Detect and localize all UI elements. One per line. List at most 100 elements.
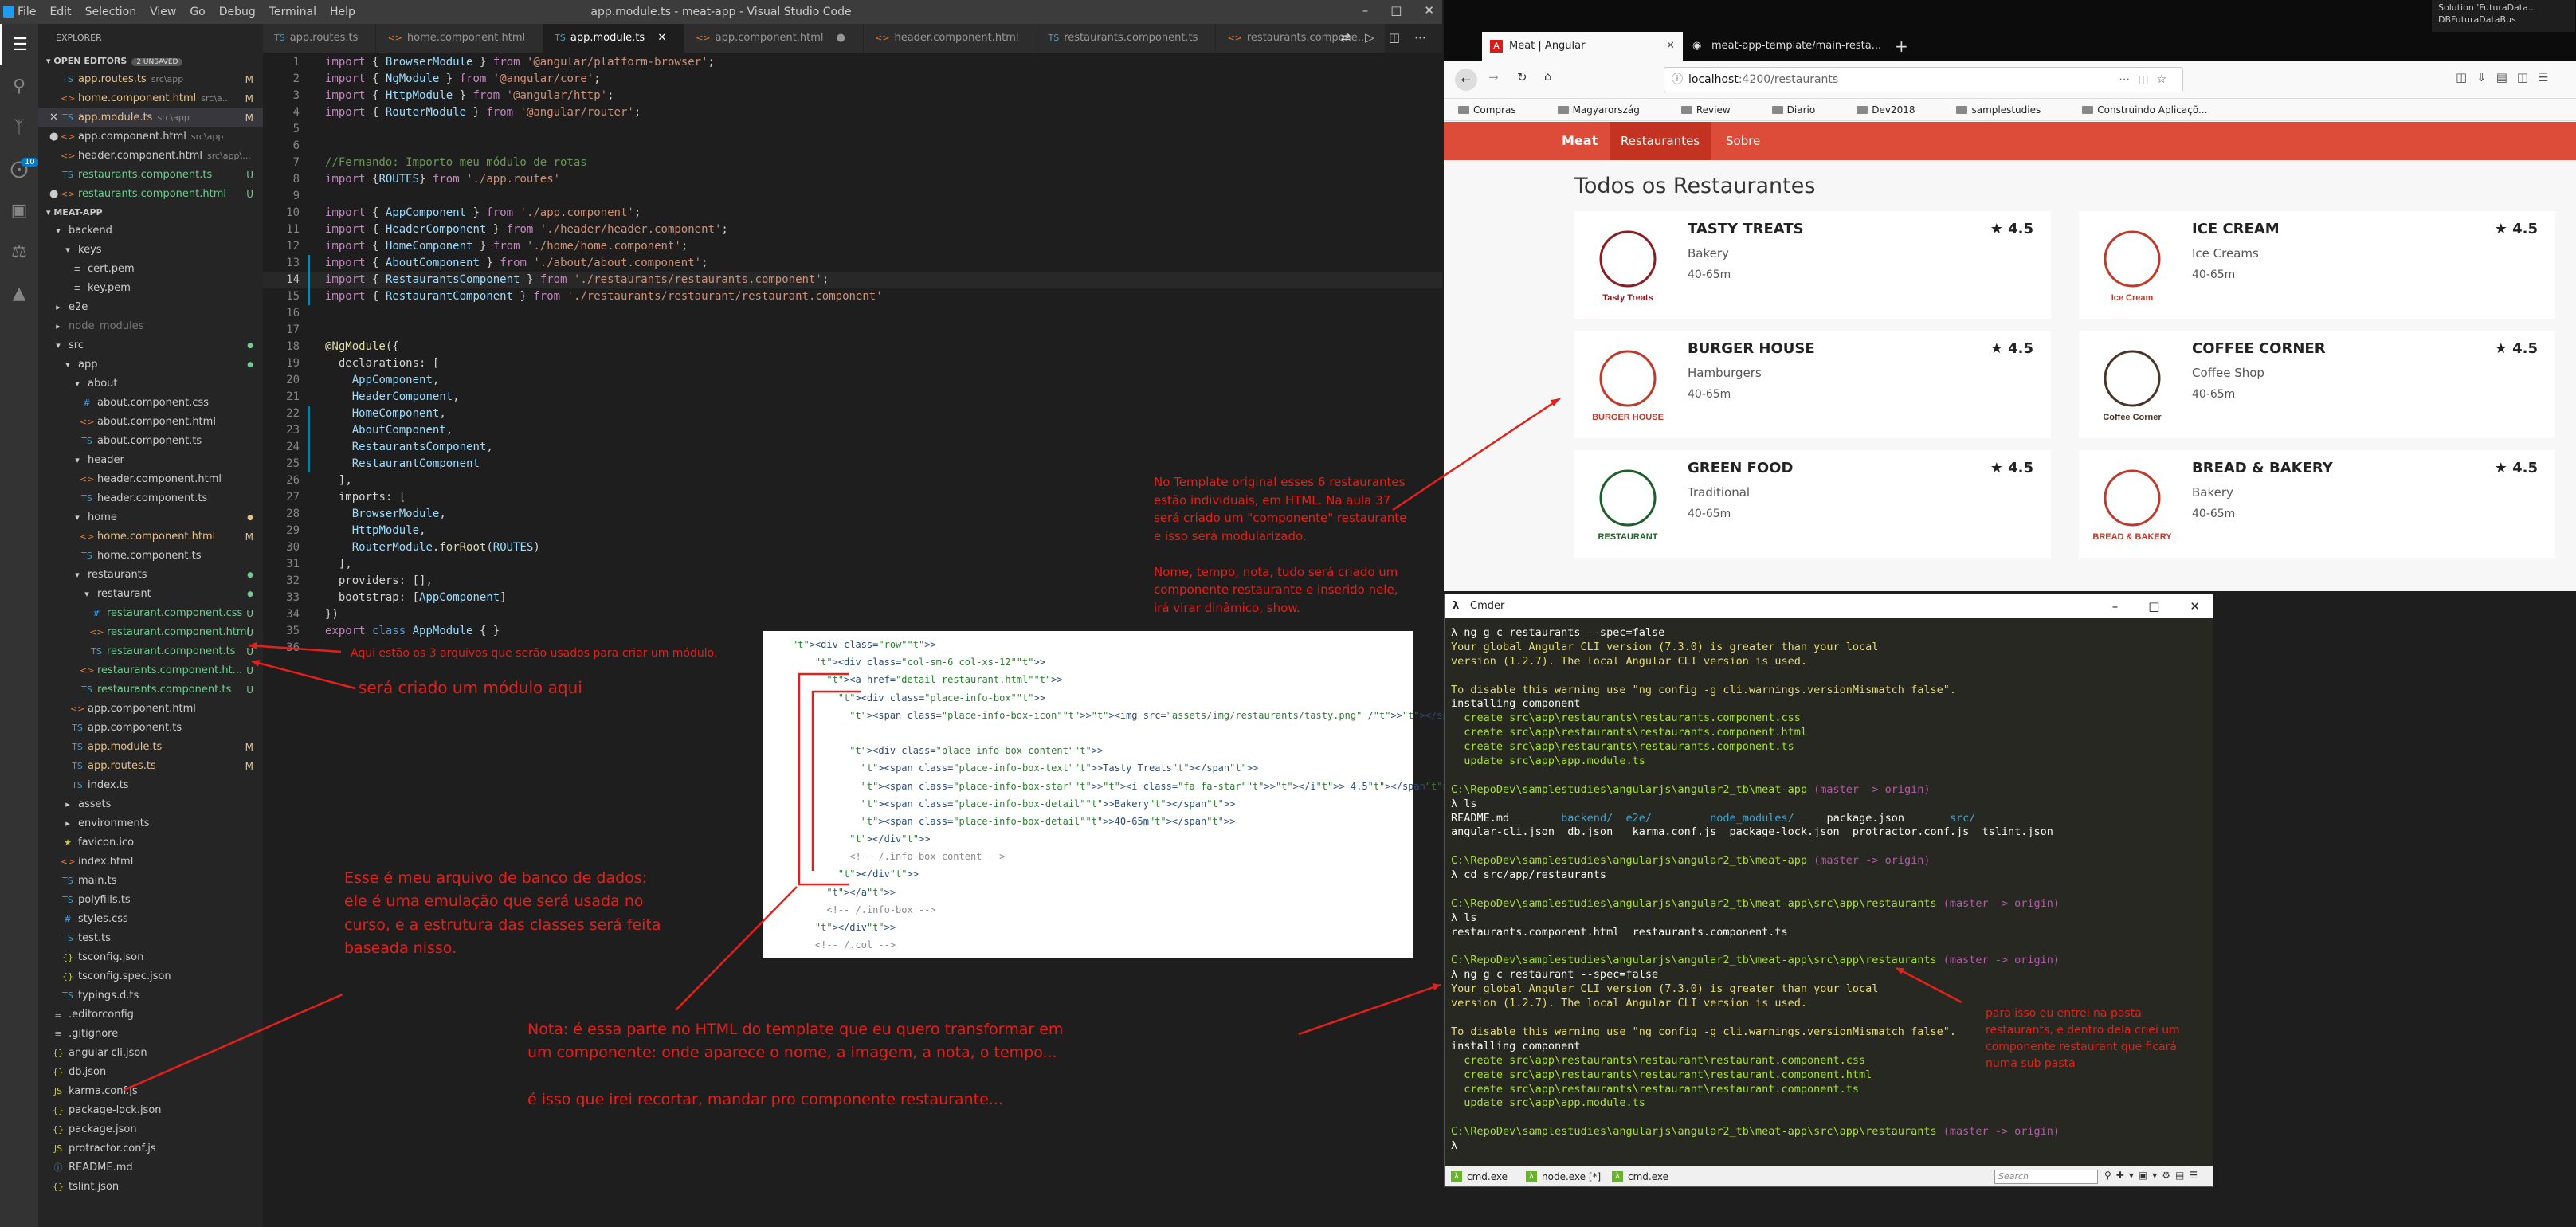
tree-file[interactable]: TS home.component.ts [38,547,263,566]
bookmark-item[interactable]: Review [1680,104,1751,116]
dirty-dot-icon[interactable]: ● [49,185,61,204]
tree-folder[interactable]: ▸ assets [38,795,263,814]
close-icon[interactable]: ✕ [1424,3,1434,18]
maximize-icon[interactable]: □ [1390,3,1402,18]
open-editor-item[interactable]: ● <> restaurants.component.html U [38,185,263,204]
maximize-icon[interactable]: □ [2148,594,2159,618]
tree-folder[interactable]: ▾ header [38,451,263,470]
tree-folder[interactable]: ▾ about [38,374,263,394]
tab-github-template[interactable]: ◉ meat-app-template/main-resta... [1684,32,1885,61]
dirty-dot-icon[interactable]: ● [49,127,61,147]
restaurant-card[interactable]: Ice Cream ICE CREAM ★ 4.5 Ice Creams 40-65m [2079,211,2555,319]
tree-file[interactable]: ≡ cert.pem [38,260,263,279]
taskbar-item[interactable]: DBFuturaDataBus [2438,14,2575,25]
tree-file[interactable]: <> restaurants.component.ht... U [38,661,263,680]
tree-folder[interactable]: ▸ environments [38,814,263,833]
close-tab-icon[interactable]: ✕ [1666,32,1675,61]
tree-file[interactable]: ★ favicon.ico [38,833,263,853]
open-editor-item[interactable]: TS restaurants.component.ts U [38,166,263,185]
restaurant-card[interactable]: Coffee Corner COFFEE CORNER ★ 4.5 Coffee Sh… [2079,331,2555,438]
bookmark-item[interactable]: Dev2018 [1857,104,1935,116]
dirty-dot-icon[interactable]: ● [833,32,845,44]
tree-folder[interactable]: ▾ src ● [38,336,263,355]
tree-folder[interactable]: ▾ home ● [38,508,263,527]
tree-file[interactable]: JS karma.conf.js [38,1082,263,1101]
angular-icon[interactable]: ▲ [0,272,38,314]
minimize-icon[interactable]: – [2112,594,2119,618]
minimize-icon[interactable]: – [1362,3,1369,18]
tree-file[interactable]: TS about.component.ts [38,432,263,451]
page-actions-icon[interactable]: ⋯◫☆ [2119,68,2174,92]
tree-file[interactable]: {} tsconfig.json [38,948,263,967]
tree-file[interactable]: TS typings.d.ts [38,986,263,1006]
tree-folder[interactable]: ▾ app ● [38,355,263,374]
tree-file[interactable]: ⓘ README.md [38,1158,263,1178]
bookmark-item[interactable]: Magyarország [1557,104,1660,116]
close-tab-icon[interactable]: ✕ [654,32,666,44]
tree-folder[interactable]: ▾ restaurants ● [38,566,263,585]
tree-folder[interactable]: ▾ restaurant ● [38,585,263,604]
tree-file[interactable]: JS protractor.conf.js [38,1139,263,1158]
back-icon[interactable]: ← [1455,69,1477,91]
tree-file[interactable]: {} tslint.json [38,1178,263,1197]
tree-file[interactable]: TS main.ts [38,872,263,891]
tree-file[interactable]: <> home.component.html M [38,527,263,547]
home-icon[interactable]: ⌂ [1544,69,1552,84]
tree-file[interactable]: {} tsconfig.spec.json [38,967,263,986]
tree-file[interactable]: TS index.ts [38,776,263,795]
tree-folder[interactable]: ▾ backend [38,221,263,241]
tree-file[interactable]: TS app.routes.ts M [38,757,263,776]
split-editor-icon[interactable]: ◫ [1389,30,1400,45]
tree-file[interactable]: ≡ key.pem [38,279,263,298]
tree-folder[interactable]: ▸ e2e [38,298,263,317]
explorer-icon[interactable]: ☰ [0,24,38,65]
nav-sobre[interactable]: Sobre [1715,122,1771,160]
bookmark-item[interactable]: Construindo Aplicaçõ... [2082,104,2228,116]
new-tab-icon[interactable]: + [1895,32,1908,61]
editor-tab[interactable]: <> home.component.html [376,24,544,53]
tree-file[interactable]: TS app.module.ts M [38,738,263,757]
tree-file[interactable]: <> index.html [38,853,263,872]
debug-icon[interactable]: ⨀ [0,148,38,190]
tree-file[interactable]: {} angular-cli.json [38,1044,263,1063]
more-icon[interactable]: ⋯ [1414,30,1426,45]
nav-restaurantes[interactable]: Restaurantes [1610,122,1711,160]
open-editor-item[interactable]: ● <> app.component.html src\app [38,127,263,147]
tree-file[interactable]: TS app.component.ts [38,719,263,738]
tree-folder[interactable]: ▾ keys [38,241,263,260]
source-control-icon[interactable]: ᛉ [0,107,38,148]
tree-file[interactable]: # styles.css [38,910,263,929]
project-section[interactable]: ▾ MEAT-APP [38,204,263,221]
console-tab[interactable]: λ node.exe [*] [1524,1170,1606,1184]
tree-file[interactable]: # about.component.css [38,394,263,413]
editor-tab[interactable]: TS app.routes.ts [263,24,377,53]
tree-file[interactable]: <> app.component.html [38,700,263,719]
bookmark-item[interactable]: Compras [1458,104,1537,116]
editor-tab[interactable]: <> header.component.html [864,24,1037,53]
flask-icon[interactable]: ⚖ [0,231,38,272]
restaurant-card[interactable]: RESTAURANT GREEN FOOD ★ 4.5 Traditional 40-6… [1574,450,2051,558]
tree-file[interactable]: {} package.json [38,1120,263,1139]
editor-tab[interactable]: TS app.module.ts ✕ [543,24,685,53]
terminal-output[interactable]: λ ng g c restaurants --spec=false Your gl… [1451,626,2208,1154]
url-bar[interactable]: ⓘ localhost:4200/restaurants ⋯◫☆ [1664,67,2183,92]
tree-file[interactable]: ≡ .gitignore [38,1025,263,1044]
tree-file[interactable]: TS header.component.ts [38,489,263,508]
restaurant-card[interactable]: BURGER HOUSE BURGER HOUSE ★ 4.5 Hamburgers 4… [1574,331,2051,438]
editor-tab[interactable]: TS restaurants.component.ts [1037,24,1217,53]
bookmark-item[interactable]: samplestudies [1956,104,2061,116]
tree-file[interactable]: {} db.json [38,1063,263,1082]
compare-icon[interactable]: ⇄ [1341,30,1351,45]
cmder-toolbar-icons[interactable]: ⚲✚▾▣▾⚙▤☰ [2104,1170,2202,1181]
open-editor-item[interactable]: ✕ TS app.module.ts src\app M [38,108,263,127]
tree-file[interactable]: TS test.ts [38,929,263,948]
restaurant-card[interactable]: Tasty Treats TASTY TREATS ★ 4.5 Bakery 40-65… [1574,211,2051,319]
close-icon[interactable]: ✕ [2190,594,2200,618]
restaurant-card[interactable]: BREAD & BAKERY BREAD & BAKERY ★ 4.5 Bakery 4… [2079,450,2555,558]
open-editor-item[interactable]: TS app.routes.ts src\app M [38,70,263,89]
tree-file[interactable]: {} package-lock.json [38,1101,263,1120]
tree-file[interactable]: TS restaurant.component.ts U [38,642,263,661]
toolbar-icons[interactable]: ◫⇓▤◫☰ [2456,70,2558,84]
search-icon[interactable]: ⚲ [0,65,38,107]
tree-file[interactable]: <> restaurant.component.html U [38,623,263,642]
